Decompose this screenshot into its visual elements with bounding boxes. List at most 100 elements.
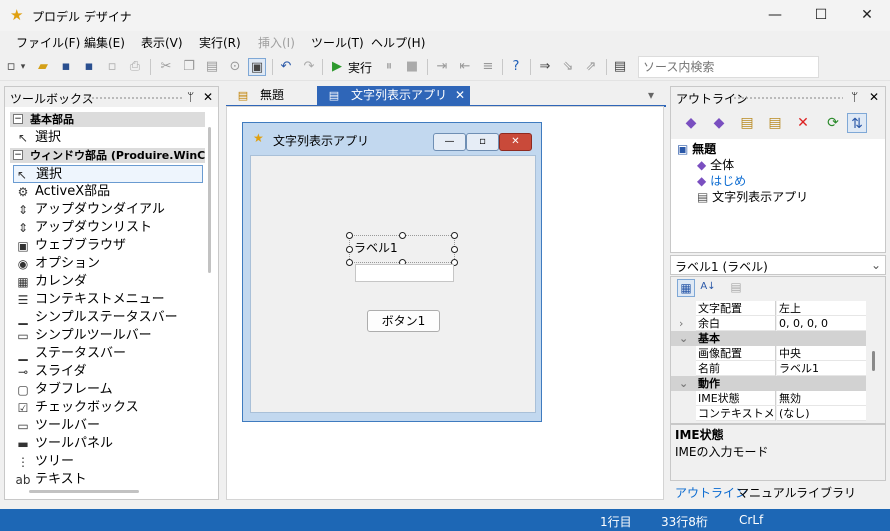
collapse-icon[interactable]: − xyxy=(13,114,23,124)
source-search-input[interactable] xyxy=(638,56,819,78)
property-object-select[interactable]: ラベル1 (ラベル) ⌄ xyxy=(670,255,886,275)
collapse-icon[interactable]: ⌄ xyxy=(679,331,688,346)
toolbox-hscrollbar[interactable] xyxy=(29,490,139,493)
categorized-icon[interactable]: ▦ xyxy=(677,279,695,297)
stop-icon[interactable]: ■ xyxy=(403,58,421,76)
outline-node[interactable]: ◆ 全体 xyxy=(697,157,734,173)
property-value[interactable]: 中央 xyxy=(777,346,866,361)
pause-icon[interactable]: ⏸ xyxy=(380,58,398,76)
toolbox-item[interactable]: ⚙ ActiveX部品 xyxy=(15,183,111,201)
cut-icon[interactable]: ✂ xyxy=(157,58,175,76)
property-row[interactable]: › 余白 0, 0, 0, 0 xyxy=(671,316,866,331)
property-value[interactable]: 無効 xyxy=(777,391,866,406)
toolbox-item[interactable]: ▦ カレンダ xyxy=(15,273,87,291)
property-pages-icon[interactable]: ▤ xyxy=(727,279,745,297)
toolbox-item[interactable]: ▣ ウェブブラウザ xyxy=(15,237,126,255)
expand-icon[interactable]: › xyxy=(679,316,683,331)
toolbox-item[interactable]: ▁ ステータスバー xyxy=(15,345,126,363)
step-out-icon[interactable]: ⇗ xyxy=(582,58,600,76)
indent-icon[interactable]: ⇥ xyxy=(433,58,451,76)
collapse-icon[interactable]: ⌄ xyxy=(679,376,688,391)
outline-root[interactable]: ▣ 無題 xyxy=(677,141,716,157)
resize-handle[interactable] xyxy=(451,232,458,239)
delete-icon[interactable]: ✕ xyxy=(793,113,813,133)
toolbox-item[interactable]: ◉ オプション xyxy=(15,255,100,273)
collapse-icon[interactable]: − xyxy=(13,150,23,160)
outline-close-icon[interactable]: ✕ xyxy=(869,90,879,104)
resize-handle[interactable] xyxy=(346,259,353,266)
resize-handle[interactable] xyxy=(346,232,353,239)
property-value[interactable]: (なし) xyxy=(777,406,866,421)
label-control[interactable]: ラベル1 xyxy=(346,232,458,266)
property-value[interactable]: 0, 0, 0, 0 xyxy=(777,316,866,331)
property-row[interactable]: 名前 ラベル1 xyxy=(671,361,866,376)
form-client-area[interactable]: ラベル1 ボタン1 xyxy=(250,155,536,413)
copy-doc-icon[interactable]: ▫ xyxy=(103,58,121,76)
menu-view[interactable]: 表示(V) xyxy=(141,34,183,51)
toolbox-item[interactable]: ⋮ ツリー xyxy=(15,453,74,471)
new-dropdown-icon[interactable]: ▾ xyxy=(18,58,28,76)
resize-handle[interactable] xyxy=(451,246,458,253)
property-category[interactable]: ⌄ 動作 xyxy=(671,376,866,391)
tab-overflow-icon[interactable]: ▾ xyxy=(648,88,654,102)
property-value[interactable]: 左上 xyxy=(777,301,866,316)
redo-icon[interactable]: ↷ xyxy=(300,58,318,76)
tab-close-icon[interactable]: ✕ xyxy=(455,86,465,105)
form-maximize-button[interactable]: ▫ xyxy=(466,133,499,151)
property-scrollbar[interactable] xyxy=(872,351,875,371)
add-procedure-icon[interactable]: ◆ xyxy=(709,113,729,133)
outline-node[interactable]: ▤ 文字列表示アプリ xyxy=(697,189,808,205)
toolbox-scrollbar[interactable] xyxy=(208,127,211,273)
form-close-button[interactable]: ✕ xyxy=(499,133,532,151)
toolbox-item[interactable]: ⇕ アップダウンダイアル xyxy=(15,201,165,219)
close-button[interactable]: ✕ xyxy=(844,0,890,31)
toolbox-item[interactable]: ▢ タブフレーム xyxy=(15,381,112,399)
property-row[interactable]: 文字配置 左上 xyxy=(671,301,866,316)
toolbox-item[interactable]: ▬ ツールパネル xyxy=(15,435,113,453)
toolbox-item[interactable]: ↖ 選択 xyxy=(13,165,203,183)
property-row[interactable]: コンテキストメニュー(なし) xyxy=(671,406,866,421)
toolbox-item[interactable]: ⇕ アップダウンリスト xyxy=(15,219,152,237)
property-row[interactable]: IME状態 無効 xyxy=(671,391,866,406)
button-control[interactable]: ボタン1 xyxy=(367,310,440,332)
menu-edit[interactable]: 編集(E) xyxy=(84,34,125,51)
toolbox-item[interactable]: ab テキスト xyxy=(15,471,87,489)
minimize-button[interactable]: — xyxy=(752,0,798,31)
clipboard-icon[interactable]: ▤ xyxy=(611,58,629,76)
menu-file[interactable]: ファイル(F) xyxy=(16,34,80,51)
menu-tools[interactable]: ツール(T) xyxy=(311,34,364,51)
tab-manual[interactable]: マニュアル xyxy=(737,484,797,501)
form-minimize-button[interactable]: — xyxy=(433,133,466,151)
outdent-icon[interactable]: ⇤ xyxy=(456,58,474,76)
pin-icon[interactable]: ᛘ xyxy=(851,90,858,104)
run-icon[interactable]: ▶ xyxy=(328,58,346,76)
outline-node[interactable]: ◆ はじめ xyxy=(697,173,746,189)
textbox-control[interactable] xyxy=(355,264,454,282)
toolbox-item[interactable]: ▭ シンプルツールバー xyxy=(15,327,151,345)
menu-help[interactable]: ヘルプ(H) xyxy=(371,34,425,51)
tab-library[interactable]: ライブラリ xyxy=(796,484,856,501)
paste-icon[interactable]: ▤ xyxy=(203,58,221,76)
toolbox-item[interactable]: ☑ チェックボックス xyxy=(15,399,139,417)
maximize-button[interactable]: ☐ xyxy=(798,0,844,31)
save-all-icon[interactable]: ▪ xyxy=(80,58,98,76)
find-icon[interactable]: ⊙ xyxy=(226,58,244,76)
add-form-icon[interactable]: ▤ xyxy=(765,113,785,133)
open-folder-icon[interactable]: ▰ xyxy=(34,58,52,76)
run-label[interactable]: 実行 xyxy=(348,59,372,76)
print-icon[interactable]: ⎙ xyxy=(126,58,144,76)
property-category[interactable]: ⌄ 基本 xyxy=(671,331,866,346)
property-row[interactable]: 画像配置 中央 xyxy=(671,346,866,361)
toolbox-item[interactable]: ▭ ツールバー xyxy=(15,417,100,435)
add-variable-icon[interactable]: ◆ xyxy=(681,113,701,133)
alphabetical-icon[interactable]: A↓ xyxy=(699,279,717,297)
save-icon[interactable]: ▪ xyxy=(57,58,75,76)
copy-icon[interactable]: ❐ xyxy=(180,58,198,76)
add-class-icon[interactable]: ▤ xyxy=(737,113,757,133)
pin-icon[interactable]: ᛘ xyxy=(187,90,194,104)
sync-icon[interactable]: ⇅ xyxy=(847,113,867,133)
tab-untitled[interactable]: ▤ 無題 xyxy=(226,86,314,106)
toolbox-close-icon[interactable]: ✕ xyxy=(203,90,213,104)
help-icon[interactable]: ? xyxy=(507,58,525,76)
refresh-icon[interactable]: ⟳ xyxy=(823,113,843,133)
